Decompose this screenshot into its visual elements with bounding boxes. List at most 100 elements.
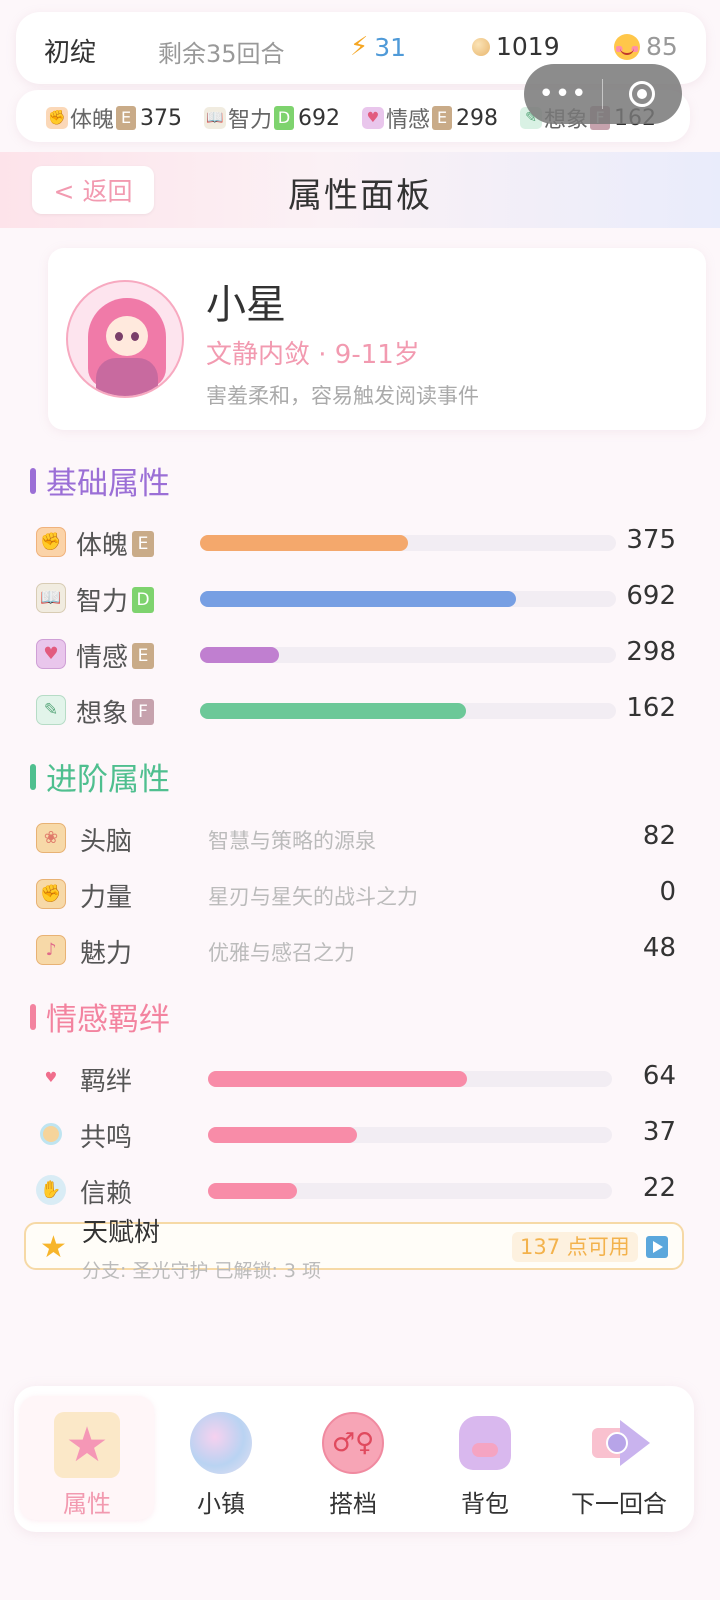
coin-value: 1019 — [496, 32, 560, 61]
heart-icon: ♥ — [362, 107, 384, 129]
row-label: 魅力 — [80, 939, 133, 969]
section-basic-title: 基础属性 — [30, 458, 170, 503]
nav-label: 背包 — [461, 1490, 509, 1518]
section-marker — [30, 763, 36, 790]
next-round-icon — [588, 1412, 650, 1474]
fist-icon: ✊ — [46, 107, 68, 129]
talent-points-badge: 137 点可用 — [512, 1232, 638, 1262]
wand-icon: ✎ — [36, 695, 66, 725]
partners-icon: ♂♀ — [322, 1412, 384, 1474]
grade-badge: E — [116, 106, 137, 130]
row-label: 情感 E — [76, 637, 155, 674]
lightning-icon: ⚡ — [350, 32, 369, 62]
mood-value: 85 — [646, 32, 678, 61]
talent-subtitle: 分支: 圣光守护 已解锁: 3 项 — [82, 1260, 322, 1282]
more-icon[interactable]: ••• — [524, 81, 602, 107]
bond-row-trust: ✋ 信赖 22 — [36, 1170, 676, 1210]
book-icon: 📖 — [36, 583, 66, 613]
progress-fill — [208, 1127, 358, 1143]
progress-fill — [208, 1071, 467, 1087]
character-desc: 害羞柔和，容易触发阅读事件 — [206, 384, 479, 408]
stage-name: 初绽 — [44, 38, 97, 68]
progress-fill — [208, 1183, 297, 1199]
play-arrow-icon[interactable] — [646, 1236, 668, 1258]
progress-fill — [200, 647, 280, 663]
strip-label: 体魄 — [70, 108, 115, 133]
strip-value: 692 — [298, 105, 341, 131]
row-value: 48 — [642, 933, 676, 963]
nav-backpack[interactable]: 背包 — [418, 1396, 552, 1520]
row-value: 0 — [659, 877, 676, 907]
row-desc: 智慧与策略的源泉 — [208, 829, 376, 853]
strip-label: 智力 — [228, 108, 273, 133]
progress-track — [208, 1183, 612, 1199]
avatar-dress — [96, 358, 158, 396]
row-label: 想象 F — [76, 693, 155, 730]
advanced-row-mind: ❀ 头脑 智慧与策略的源泉 82 — [36, 818, 676, 858]
avatar-eye — [115, 332, 123, 341]
bond-row-resonance: 共鸣 37 — [36, 1114, 676, 1154]
progress-track — [200, 591, 616, 607]
row-label-text: 想象 — [76, 699, 129, 729]
row-label: 体魄 E — [76, 525, 155, 562]
talent-title: 天赋树 — [82, 1218, 161, 1248]
book-icon: 📖 — [204, 107, 226, 129]
brain-icon: ❀ — [36, 823, 66, 853]
nav-next-round[interactable]: 下一回合 — [552, 1396, 686, 1520]
row-value: 64 — [642, 1061, 676, 1091]
heart-icon: ♥ — [36, 639, 66, 669]
row-desc: 优雅与感召之力 — [208, 941, 355, 965]
strip-intellect: 📖 智力 D 692 — [204, 102, 340, 134]
energy-counter: ⚡ 31 — [350, 32, 406, 62]
miniprogram-capsule: ••• — [524, 64, 682, 124]
grade-badge: D — [274, 106, 295, 130]
avatar-eye — [131, 332, 139, 341]
row-label: 共鸣 — [80, 1123, 133, 1153]
progress-track — [208, 1127, 612, 1143]
character-type: 文静内敛 · 9-11岁 — [206, 340, 420, 370]
target-icon — [629, 81, 655, 107]
close-miniprogram-button[interactable] — [603, 81, 681, 107]
row-label: 信赖 — [80, 1179, 133, 1209]
section-marker — [30, 1003, 36, 1030]
row-value: 162 — [626, 693, 676, 723]
rounds-remaining: 剩余35回合 — [158, 40, 285, 68]
avatar — [66, 280, 184, 398]
nav-attributes[interactable]: ★ 属性 — [20, 1396, 154, 1520]
star-badge-icon: ★ — [54, 1412, 120, 1478]
grade-badge: E — [132, 642, 155, 669]
basic-row-emotion: ♥ 情感 E 298 — [36, 634, 676, 674]
heart-icon: ♥ — [44, 1070, 58, 1086]
row-value: 37 — [642, 1117, 676, 1147]
section-marker — [30, 467, 36, 494]
advanced-row-charm: ♪ 魅力 优雅与感召之力 48 — [36, 930, 676, 970]
strip-value: 298 — [456, 105, 499, 131]
row-label-text: 智力 — [76, 587, 129, 617]
row-value: 22 — [642, 1173, 676, 1203]
section-advanced-title: 进阶属性 — [30, 754, 170, 799]
mood-counter: 85 — [614, 32, 678, 61]
basic-row-imagination: ✎ 想象 F 162 — [36, 690, 676, 730]
page-header: < 返回 属性面板 — [0, 152, 720, 228]
row-label: 智力 D — [76, 581, 155, 618]
nav-label: 小镇 — [197, 1490, 245, 1518]
coin-counter: 1019 — [472, 32, 560, 61]
progress-track — [200, 703, 616, 719]
strip-emotion: ♥ 情感 E 298 — [362, 102, 498, 134]
progress-track — [200, 535, 616, 551]
row-label: 力量 — [80, 883, 133, 913]
row-label-text: 体魄 — [76, 531, 129, 561]
bond-row-bond: ♥ 羁绊 64 — [36, 1058, 676, 1098]
grade-badge: D — [132, 586, 155, 613]
character-name: 小星 — [206, 282, 286, 328]
bottom-nav: ★ 属性 小镇 ♂♀ 搭档 背包 下一回合 — [14, 1386, 694, 1532]
talent-tree-card[interactable]: ★ 天赋树 分支: 圣光守护 已解锁: 3 项 137 点可用 — [24, 1218, 684, 1282]
advanced-row-power: ✊ 力量 星刃与星矢的战斗之力 0 — [36, 874, 676, 914]
nav-partners[interactable]: ♂♀ 搭档 — [286, 1396, 420, 1520]
energy-value: 31 — [374, 32, 407, 62]
strip-physique: ✊ 体魄 E 375 — [46, 102, 182, 134]
progress-fill — [200, 591, 517, 607]
section-label: 基础属性 — [46, 466, 170, 502]
nav-town[interactable]: 小镇 — [154, 1396, 288, 1520]
row-value: 692 — [626, 581, 676, 611]
